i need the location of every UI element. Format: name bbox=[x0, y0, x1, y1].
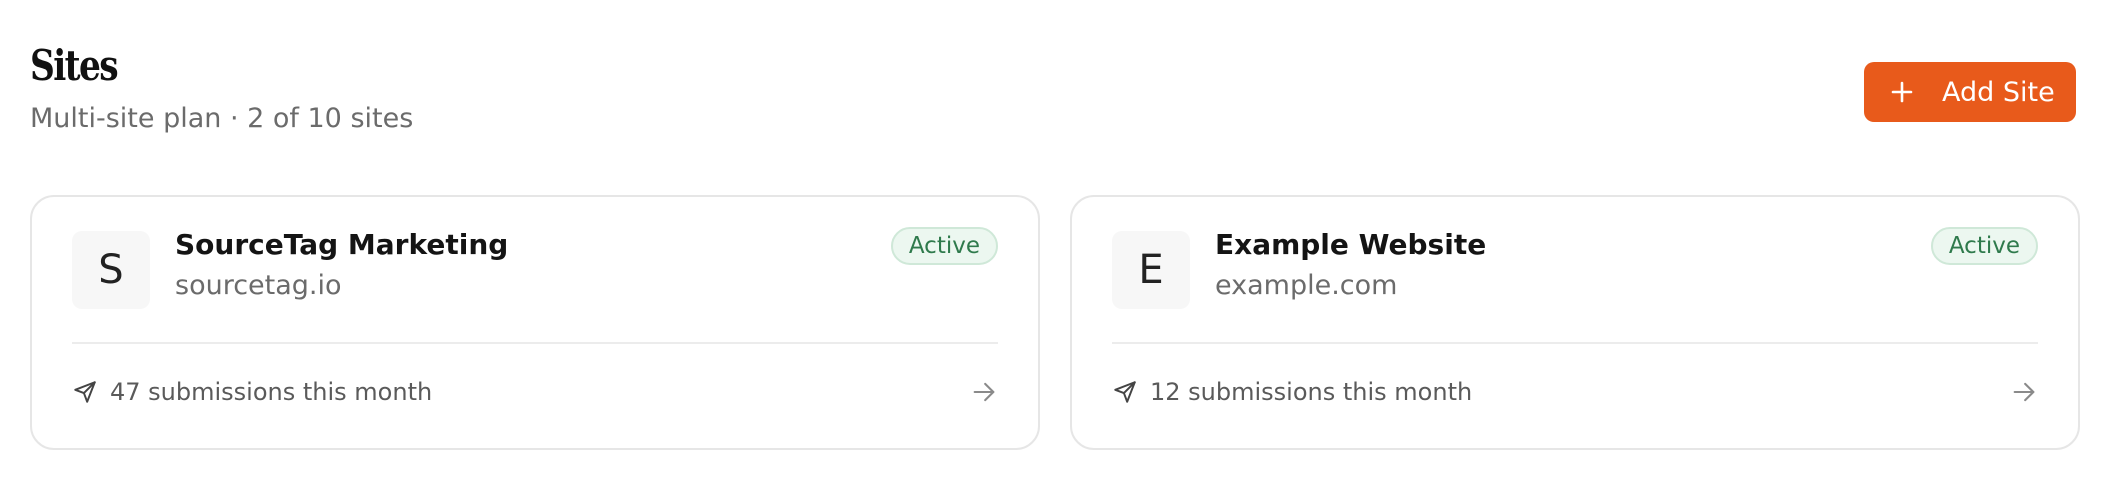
submission-count: 47 submissions this month bbox=[110, 378, 433, 406]
site-domain: example.com bbox=[1215, 270, 1398, 301]
site-avatar: E bbox=[1112, 231, 1190, 309]
arrow-right-icon[interactable] bbox=[2010, 378, 2038, 406]
card-divider bbox=[72, 342, 998, 344]
site-card-header: S SourceTag Marketing sourcetag.io Activ… bbox=[72, 227, 998, 337]
status-badge: Active bbox=[890, 227, 998, 265]
submission-count: 12 submissions this month bbox=[1150, 378, 1473, 406]
site-card[interactable]: E Example Website example.com Active 12 … bbox=[1070, 195, 2080, 450]
send-icon bbox=[72, 379, 98, 405]
plus-icon bbox=[1888, 78, 1916, 106]
plan-summary: Multi-site plan · 2 of 10 sites bbox=[30, 103, 414, 134]
add-site-button[interactable]: Add Site bbox=[1864, 62, 2076, 122]
site-card[interactable]: S SourceTag Marketing sourcetag.io Activ… bbox=[30, 195, 1040, 450]
site-avatar: S bbox=[72, 231, 150, 309]
send-icon bbox=[1112, 379, 1138, 405]
card-divider bbox=[1112, 342, 2038, 344]
page-header: Sites Multi-site plan · 2 of 10 sites bbox=[30, 40, 413, 136]
page-title: Sites bbox=[30, 41, 119, 90]
site-card-header: E Example Website example.com Active bbox=[1112, 227, 2038, 337]
site-name: Example Website bbox=[1215, 228, 1487, 261]
site-name: SourceTag Marketing bbox=[175, 228, 509, 261]
site-domain: sourcetag.io bbox=[175, 270, 342, 301]
arrow-right-icon[interactable] bbox=[970, 378, 998, 406]
site-card-footer: 12 submissions this month bbox=[1112, 372, 2038, 412]
status-badge: Active bbox=[1930, 227, 2038, 265]
add-site-label: Add Site bbox=[1942, 76, 2055, 108]
site-card-list: S SourceTag Marketing sourcetag.io Activ… bbox=[30, 195, 2080, 450]
site-card-footer: 47 submissions this month bbox=[72, 372, 998, 412]
